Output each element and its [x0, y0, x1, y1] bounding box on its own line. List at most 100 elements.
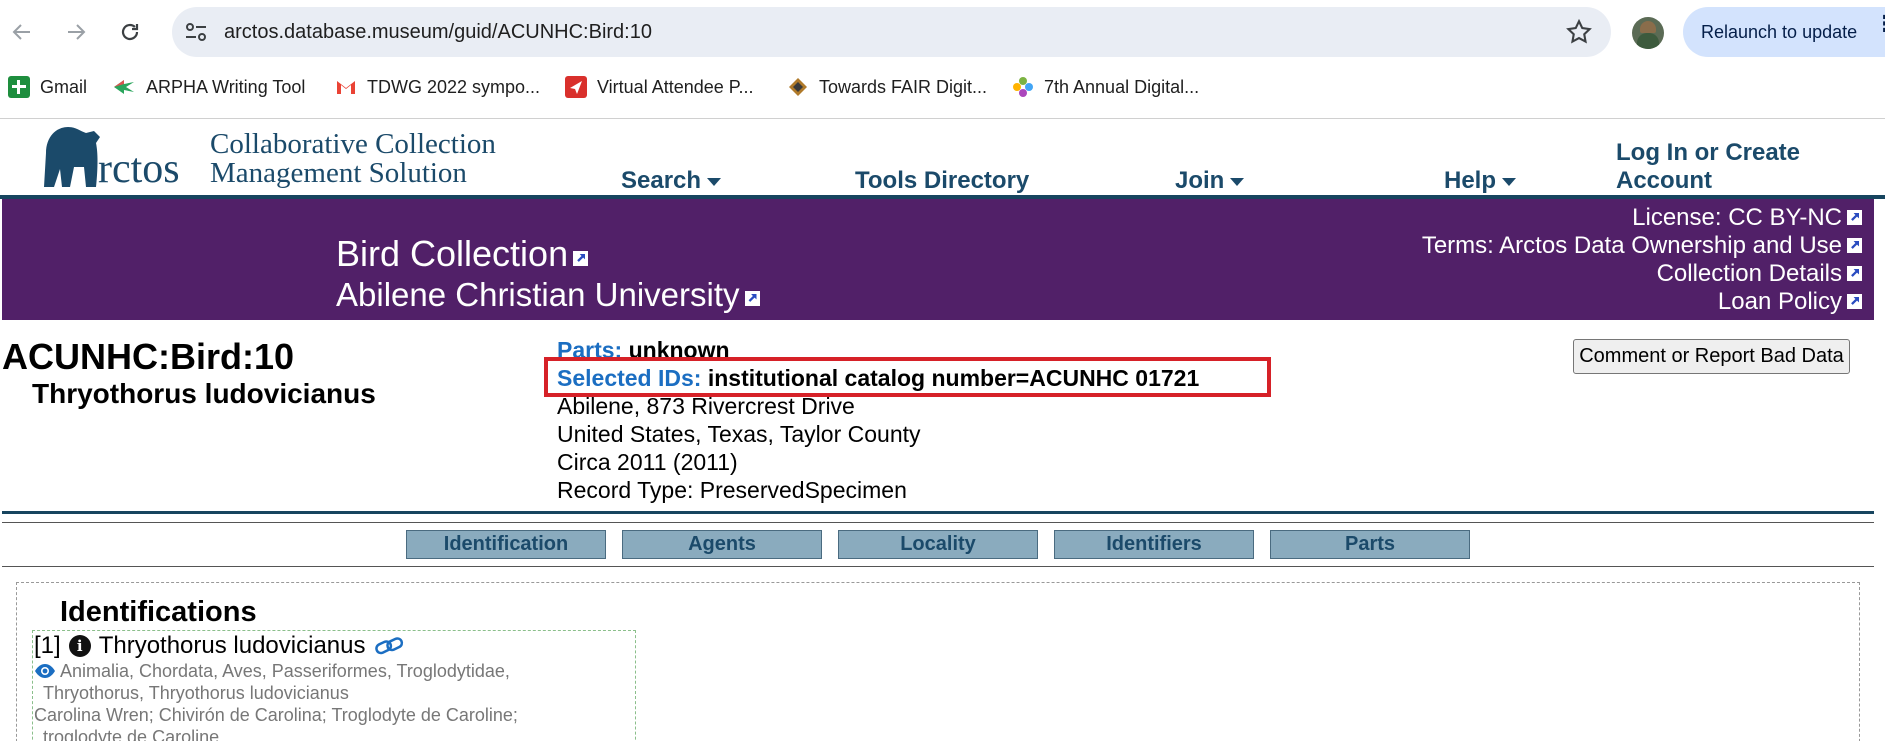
bookmark-label: Gmail	[40, 76, 88, 97]
identification-name: Thryothorus ludovicianus	[98, 632, 366, 659]
date-summary: Circa 2011 (2011)	[557, 449, 738, 475]
nav-tools-directory[interactable]: Tools Directory	[855, 167, 1029, 195]
bookmark-label: Virtual Attendee P...	[597, 76, 754, 97]
site-header: rctos Collaborative Collection Managemen…	[0, 119, 1885, 197]
arctos-logo[interactable]: rctos	[40, 123, 180, 194]
bookmark-label: TDWG 2022 sympo...	[367, 76, 541, 97]
external-link-icon	[573, 251, 589, 266]
collection-banner: Bird Collection Abilene Christian Univer…	[2, 199, 1874, 320]
bear-logo-icon	[44, 127, 100, 187]
common-names-line: troglodyte de Caroline	[43, 727, 220, 741]
logo-wordmark: rctos	[98, 146, 180, 192]
external-link-icon	[1847, 266, 1862, 281]
nav-help-label: Help	[1444, 167, 1497, 194]
red-arrow-icon	[565, 76, 587, 98]
collection-name: Bird Collection	[336, 233, 569, 274]
geography-summary: United States, Texas, Taylor County	[557, 421, 921, 447]
section-rule	[2, 511, 1874, 514]
external-link-icon	[1847, 238, 1862, 253]
bookmark-7th-annual[interactable]: 7th Annual Digital...	[1012, 76, 1199, 98]
more-menu-icon[interactable]: ⋮	[1874, 13, 1885, 35]
tabs-rule	[2, 566, 1874, 567]
highlight-box	[544, 357, 1271, 397]
tab-identification[interactable]: Identification	[406, 530, 606, 559]
scientific-name: Thryothorus ludovicianus	[32, 378, 376, 409]
bookmarks-bar: Gmail ARPHA Writing Tool TDWG 2022 sympo…	[0, 70, 1885, 106]
bookmark-star-icon[interactable]	[1565, 18, 1593, 46]
logo-tagline-line2: Management Solution	[210, 157, 467, 189]
nav-tools-label: Tools Directory	[855, 167, 1030, 194]
relaunch-to-update-button[interactable]: Relaunch to update ⋮	[1683, 7, 1885, 57]
common-names-line: Carolina Wren; Chivirón de Carolina; Tro…	[34, 705, 518, 725]
reload-icon	[121, 23, 139, 41]
collection-name-link[interactable]: Bird Collection	[336, 233, 589, 275]
site-settings-icon	[186, 23, 206, 41]
bookmark-gmail[interactable]: Gmail	[8, 76, 87, 98]
collection-details-label: Collection Details	[1656, 260, 1842, 287]
terms-label: Terms: Arctos Data Ownership and Use	[1421, 232, 1842, 259]
collection-details-link[interactable]: Collection Details	[1657, 260, 1862, 288]
identifications-heading: Identifications	[60, 596, 257, 628]
eye-icon[interactable]	[34, 663, 56, 679]
bookmark-towards-fair[interactable]: Towards FAIR Digit...	[787, 76, 987, 98]
taxonomy-text: Animalia, Chordata, Aves, Passeriformes,…	[60, 661, 510, 681]
nav-join-label: Join	[1175, 167, 1225, 194]
catalog-number: ACUNHC:Bird:10	[2, 336, 295, 377]
bookmark-arpha[interactable]: ARPHA Writing Tool	[112, 76, 305, 98]
arpha-icon	[112, 76, 136, 98]
fair-icon	[787, 76, 809, 98]
login-link[interactable]: Log In or Create Account	[1616, 139, 1846, 195]
license-label: License: CC BY-NC	[1632, 204, 1842, 231]
address-bar[interactable]: arctos.database.museum/guid/ACUNHC:Bird:…	[172, 7, 1611, 57]
report-bad-data-button[interactable]: Comment or Report Bad Data	[1573, 339, 1850, 374]
external-link-icon	[744, 291, 760, 306]
tab-agents[interactable]: Agents	[622, 530, 822, 559]
record-type-summary: Record Type: PreservedSpecimen	[557, 477, 907, 503]
locality-summary: Abilene, 873 Rivercrest Drive	[557, 393, 855, 419]
back-button[interactable]	[4, 14, 40, 50]
nav-help[interactable]: Help	[1444, 167, 1517, 195]
terms-link[interactable]: Terms: Arctos Data Ownership and Use	[1422, 232, 1862, 260]
logo-tagline-line1: Collaborative Collection	[210, 128, 496, 160]
bookmark-label: Towards FAIR Digit...	[819, 76, 988, 97]
gmail-plus-icon	[8, 76, 30, 98]
loan-policy-label: Loan Policy	[1717, 288, 1842, 315]
institution-name: Abilene Christian University	[336, 276, 740, 313]
url-text[interactable]: arctos.database.museum/guid/ACUNHC:Bird:…	[224, 21, 652, 44]
taxonomy-line: Thryothorus, Thryothorus ludovicianus	[43, 683, 349, 703]
caret-down-icon	[1502, 177, 1517, 186]
relaunch-label: Relaunch to update	[1701, 22, 1858, 42]
reload-button[interactable]	[112, 14, 148, 50]
caret-down-icon	[707, 177, 722, 186]
nav-search-label: Search	[621, 167, 702, 194]
identification-row: [1] i Thryothorus ludovicianus	[34, 632, 404, 660]
bookmark-label: 7th Annual Digital...	[1044, 76, 1200, 97]
back-arrow-icon	[12, 24, 30, 40]
forward-button[interactable]	[58, 14, 94, 50]
external-link-icon	[1847, 210, 1862, 225]
institution-link[interactable]: Abilene Christian University	[336, 276, 760, 314]
info-icon[interactable]: i	[68, 635, 91, 657]
forward-arrow-icon	[68, 24, 86, 40]
profile-avatar[interactable]	[1632, 17, 1664, 49]
loan-policy-link[interactable]: Loan Policy	[1718, 288, 1862, 316]
gmail-m-icon	[335, 76, 357, 98]
section-rule-thin	[2, 522, 1874, 523]
link-icon[interactable]	[374, 635, 404, 657]
flower-icon	[1012, 76, 1034, 98]
bookmark-virtual-attendee[interactable]: Virtual Attendee P...	[565, 76, 753, 98]
taxonomy-line: Animalia, Chordata, Aves, Passeriformes,…	[34, 661, 510, 682]
tab-locality[interactable]: Locality	[838, 530, 1038, 559]
caret-down-icon	[1230, 177, 1245, 186]
external-link-icon	[1847, 294, 1862, 309]
nav-search[interactable]: Search	[621, 167, 722, 195]
bookmark-tdwg[interactable]: TDWG 2022 sympo...	[335, 76, 540, 98]
bookmark-label: ARPHA Writing Tool	[146, 76, 306, 97]
tab-parts[interactable]: Parts	[1270, 530, 1470, 559]
tab-identifiers[interactable]: Identifiers	[1054, 530, 1254, 559]
identification-index: [1]	[34, 632, 61, 659]
logo-tagline: Collaborative Collection Management Solu…	[210, 130, 496, 188]
browser-toolbar: arctos.database.museum/guid/ACUNHC:Bird:…	[0, 0, 1885, 66]
nav-join[interactable]: Join	[1175, 167, 1245, 195]
license-link[interactable]: License: CC BY-NC	[1632, 204, 1862, 232]
